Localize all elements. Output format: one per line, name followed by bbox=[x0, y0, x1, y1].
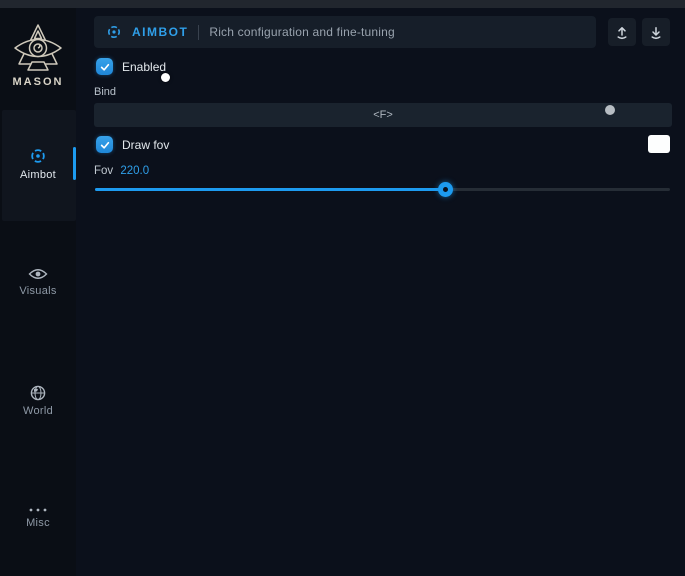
bind-key-value: <F> bbox=[373, 109, 393, 121]
upload-icon bbox=[615, 25, 629, 40]
bind-key-input[interactable]: <F> bbox=[94, 103, 672, 127]
fov-value-row: Fov 220.0 bbox=[94, 165, 149, 177]
export-config-button[interactable] bbox=[608, 18, 636, 46]
crosshair-icon bbox=[106, 24, 122, 40]
ellipsis-icon bbox=[28, 507, 48, 513]
page-subtitle: Rich configuration and fine-tuning bbox=[209, 25, 395, 39]
sidebar-item-aimbot[interactable]: Aimbot bbox=[0, 147, 76, 181]
sidebar-item-misc[interactable]: Misc bbox=[0, 507, 76, 529]
globe-icon bbox=[30, 385, 46, 401]
sidebar-item-label: Aimbot bbox=[0, 169, 76, 181]
fov-label: Fov bbox=[94, 165, 113, 177]
slider-fill bbox=[95, 188, 445, 191]
page-title: AIMBOT bbox=[132, 25, 188, 39]
check-icon bbox=[99, 139, 111, 151]
sidebar-item-label: World bbox=[0, 405, 76, 417]
import-config-button[interactable] bbox=[642, 18, 670, 46]
mouse-cursor-dot bbox=[161, 73, 170, 82]
fov-slider[interactable] bbox=[95, 188, 670, 192]
sidebar-item-visuals[interactable]: Visuals bbox=[0, 267, 76, 297]
check-icon bbox=[99, 61, 111, 73]
sidebar-item-world[interactable]: World bbox=[0, 385, 76, 417]
enabled-checkbox[interactable] bbox=[96, 58, 113, 75]
brand-name: MASON bbox=[0, 76, 76, 88]
download-icon bbox=[649, 25, 663, 40]
sidebar-item-label: Visuals bbox=[0, 285, 76, 297]
fov-color-picker[interactable] bbox=[648, 135, 670, 153]
eye-icon bbox=[28, 267, 48, 281]
sidebar: MASON Aimbot Visuals World Misc bbox=[0, 8, 76, 576]
brand-logo: MASON bbox=[0, 22, 76, 88]
draw-fov-label: Draw fov bbox=[122, 138, 169, 152]
mason-eye-pyramid-icon bbox=[12, 22, 64, 74]
page-header: AIMBOT Rich configuration and fine-tunin… bbox=[94, 16, 596, 48]
sidebar-item-label: Misc bbox=[0, 517, 76, 529]
window-titlebar bbox=[0, 0, 685, 8]
bind-field-dot bbox=[605, 105, 615, 115]
header-divider bbox=[198, 25, 199, 40]
fov-value: 220.0 bbox=[120, 165, 149, 177]
draw-fov-checkbox[interactable] bbox=[96, 136, 113, 153]
enabled-label: Enabled bbox=[122, 60, 166, 74]
bind-label: Bind bbox=[94, 86, 116, 98]
crosshair-icon bbox=[29, 147, 47, 165]
slider-handle[interactable] bbox=[438, 182, 453, 197]
